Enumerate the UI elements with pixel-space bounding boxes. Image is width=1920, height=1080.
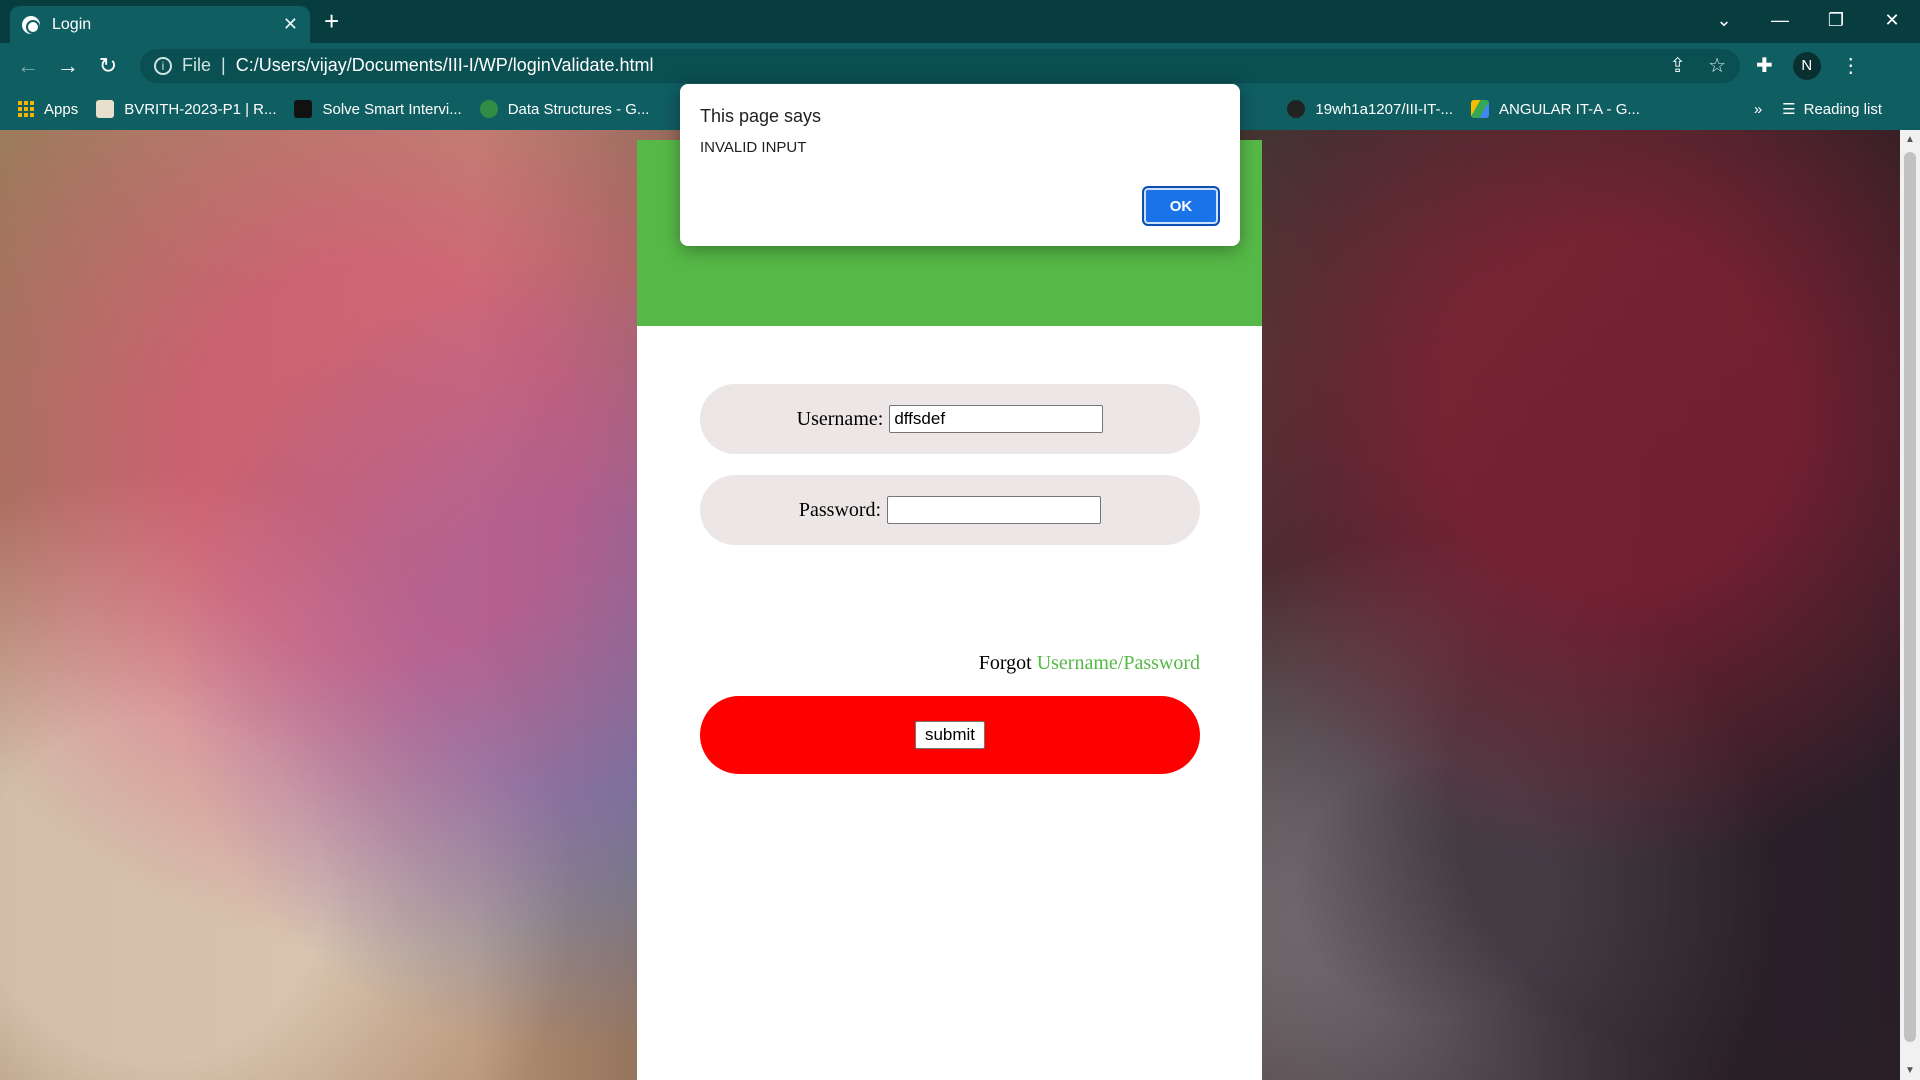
reading-list-label: Reading list (1803, 100, 1882, 118)
username-label: Username: (796, 407, 884, 430)
url-text[interactable]: C:/Users/vijay/Documents/III-I/WP/loginV… (236, 55, 654, 76)
bvrith-icon (96, 100, 115, 118)
scrollbar-thumb[interactable] (1904, 152, 1916, 1042)
bookmark-github[interactable]: 19wh1a1207/III-IT-... (1287, 100, 1453, 118)
restore-button[interactable]: ❐ (1808, 10, 1864, 31)
username-input[interactable] (889, 405, 1104, 433)
password-label: Password: (798, 498, 882, 521)
address-toolbar: ← → ↻ i File | C:/Users/vijay/Documents/… (0, 43, 1920, 88)
bookmark-angular[interactable]: ANGULAR IT-A - G... (1471, 100, 1640, 118)
extensions-icon[interactable]: ✚ (1756, 53, 1773, 78)
minimize-button[interactable]: — (1752, 10, 1808, 31)
submit-row: submit (700, 696, 1200, 774)
scroll-up-icon[interactable]: ▲ (1900, 134, 1920, 145)
bookmark-label: Data Structures - G... (507, 100, 650, 118)
bookmark-interview[interactable]: Solve Smart Intervi... (294, 100, 462, 118)
login-panel: Username: Password: Forgot Username/Pass… (637, 140, 1262, 1080)
github-icon (1287, 100, 1306, 118)
bookmark-star-icon[interactable]: ☆ (1708, 53, 1726, 78)
reading-list-button[interactable]: ☰ Reading list (1782, 100, 1882, 119)
omnibox-separator: | (221, 55, 226, 75)
bookmark-bvrith[interactable]: BVRITH-2023-P1 | R... (96, 100, 276, 118)
close-window-button[interactable]: ✕ (1864, 10, 1920, 31)
bookmarks-overflow-button[interactable]: » (1754, 101, 1762, 118)
password-row: Password: (700, 475, 1200, 545)
alert-dialog: This page says INVALID INPUT OK (680, 84, 1240, 246)
bookmark-gfg[interactable]: Data Structures - G... (479, 100, 650, 118)
globe-icon (22, 15, 40, 34)
address-bar[interactable]: i File | C:/Users/vijay/Documents/III-I/… (140, 48, 1740, 83)
ok-button[interactable]: OK (1142, 186, 1220, 226)
drive-icon (1471, 100, 1489, 118)
tab-search-icon[interactable]: ⌄ (1696, 10, 1752, 31)
scroll-down-icon[interactable]: ▼ (1900, 1065, 1920, 1076)
vertical-scrollbar[interactable]: ▲ ▼ (1900, 130, 1920, 1080)
browser-tab[interactable]: Login ✕ (10, 6, 310, 43)
gfg-icon (479, 100, 498, 118)
alert-heading: This page says (700, 106, 822, 126)
back-button[interactable]: ← (8, 53, 48, 79)
tab-title: Login (52, 15, 92, 33)
forward-button[interactable]: → (48, 53, 88, 79)
alert-message: INVALID INPUT (700, 139, 807, 156)
bookmark-label: ANGULAR IT-A - G... (1499, 100, 1640, 118)
tab-close-icon[interactable]: ✕ (283, 14, 298, 35)
bookmark-apps[interactable]: Apps (18, 101, 78, 118)
new-tab-button[interactable]: + (324, 6, 339, 37)
info-icon[interactable]: i (154, 56, 172, 75)
window-controls: ⌄ — ❐ ✕ (1696, 0, 1920, 40)
bookmark-label: Apps (44, 100, 79, 118)
share-icon[interactable]: ⇪ (1669, 53, 1686, 78)
page-viewport: Username: Password: Forgot Username/Pass… (0, 130, 1900, 1080)
password-input[interactable] (887, 496, 1102, 524)
forgot-text: Forgot Username/Password (979, 652, 1200, 675)
profile-avatar[interactable]: N (1792, 51, 1821, 80)
forgot-link[interactable]: Username/Password (1037, 652, 1200, 674)
bookmark-label: Solve Smart Intervi... (322, 100, 462, 118)
reading-list-icon: ☰ (1782, 101, 1796, 118)
title-bar: Login ✕ + ⌄ — ❐ ✕ (0, 0, 1920, 43)
forgot-prefix: Forgot (978, 652, 1032, 674)
bookmark-label: BVRITH-2023-P1 | R... (124, 100, 277, 118)
apps-grid-icon (18, 101, 34, 117)
bookmark-label: 19wh1a1207/III-IT-... (1315, 100, 1453, 118)
reload-button[interactable]: ↻ (88, 53, 128, 79)
username-row: Username: (700, 384, 1200, 454)
interview-icon (294, 100, 313, 118)
scheme-label: File (182, 55, 212, 75)
submit-button[interactable]: submit (914, 721, 986, 749)
menu-kebab-icon[interactable]: ⋮ (1841, 53, 1861, 78)
